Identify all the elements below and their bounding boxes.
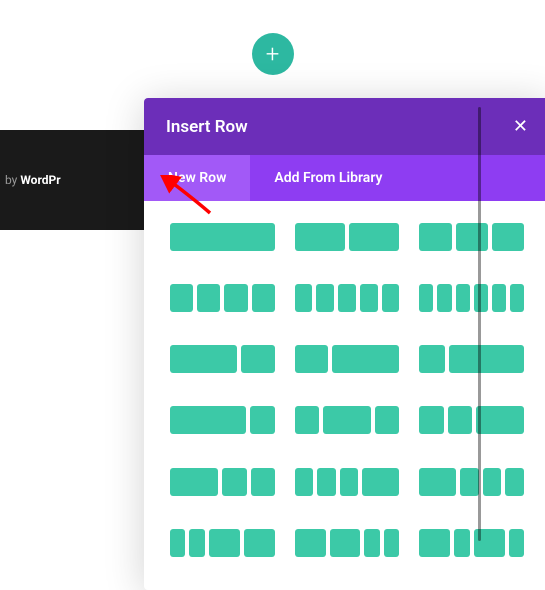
footer-brand: WordPr (20, 173, 60, 187)
layout-col (419, 406, 443, 434)
layout-col (330, 529, 361, 557)
modal-title: Insert Row (166, 117, 248, 137)
layout-col (476, 406, 524, 434)
layout-col (244, 529, 275, 557)
layout-col (295, 284, 313, 312)
layout-col (338, 284, 356, 312)
layout-grid (144, 201, 545, 590)
layout-col (295, 468, 314, 496)
layout-option-14[interactable] (419, 468, 524, 496)
layout-option-11[interactable] (419, 406, 524, 434)
layout-col (492, 223, 524, 251)
layout-col (323, 406, 371, 434)
layout-option-10[interactable] (295, 406, 400, 434)
layout-col (209, 529, 240, 557)
layout-option-16[interactable] (295, 529, 400, 557)
layout-col (384, 529, 399, 557)
layout-col (224, 284, 247, 312)
layout-option-9[interactable] (170, 406, 275, 434)
layout-col (362, 468, 399, 496)
footer-prefix: by (5, 173, 17, 187)
close-icon[interactable]: ✕ (513, 116, 528, 137)
layout-col (419, 345, 444, 373)
modal-tabs: New Row Add From Library (144, 155, 545, 201)
layout-col (460, 468, 479, 496)
layout-col (241, 345, 275, 373)
layout-option-12[interactable] (170, 468, 275, 496)
layout-col (295, 223, 345, 251)
layout-col (360, 284, 378, 312)
layout-col (510, 284, 524, 312)
layout-col (364, 529, 379, 557)
layout-col (449, 345, 525, 373)
layout-col (419, 529, 450, 557)
layout-col (509, 529, 524, 557)
layout-col (456, 284, 470, 312)
layout-col (474, 284, 488, 312)
layout-col (332, 345, 399, 373)
layout-col (382, 284, 400, 312)
layout-col (505, 468, 524, 496)
layout-col (250, 406, 275, 434)
layout-col (474, 529, 505, 557)
layout-col (222, 468, 246, 496)
layout-col (189, 529, 204, 557)
layout-col (419, 223, 451, 251)
layout-col (448, 406, 472, 434)
layout-col (251, 468, 275, 496)
layout-option-8[interactable] (419, 345, 524, 373)
layout-option-3[interactable] (170, 284, 275, 312)
layout-option-6[interactable] (170, 345, 275, 373)
layout-option-15[interactable] (170, 529, 275, 557)
modal-header: Insert Row ✕ (144, 98, 545, 155)
layout-col (454, 529, 469, 557)
layout-option-7[interactable] (295, 345, 400, 373)
layout-col (170, 345, 237, 373)
layout-col (252, 284, 275, 312)
layout-col (419, 284, 433, 312)
layout-col (316, 284, 334, 312)
layout-col (295, 406, 319, 434)
layout-option-1[interactable] (295, 223, 400, 251)
layout-col (437, 284, 451, 312)
tab-new-row[interactable]: New Row (144, 155, 250, 201)
tab-add-from-library[interactable]: Add From Library (250, 155, 406, 201)
layout-col (295, 345, 329, 373)
layout-option-5[interactable] (419, 284, 524, 312)
layout-col (483, 468, 502, 496)
layout-col (492, 284, 506, 312)
layout-col (317, 468, 336, 496)
layout-col (170, 529, 185, 557)
layout-option-0[interactable] (170, 223, 275, 251)
layout-col (295, 529, 326, 557)
layout-option-17[interactable] (419, 529, 524, 557)
layout-option-4[interactable] (295, 284, 400, 312)
layout-option-2[interactable] (419, 223, 524, 251)
layout-col (170, 468, 218, 496)
insert-row-modal: Insert Row ✕ New Row Add From Library (144, 98, 545, 590)
layout-col (197, 284, 220, 312)
layout-col (419, 468, 456, 496)
layout-col (170, 223, 275, 251)
layout-col (170, 284, 193, 312)
layout-option-13[interactable] (295, 468, 400, 496)
layout-col (170, 406, 246, 434)
layout-col (375, 406, 399, 434)
layout-col (340, 468, 359, 496)
layout-col (456, 223, 488, 251)
layout-col (349, 223, 399, 251)
